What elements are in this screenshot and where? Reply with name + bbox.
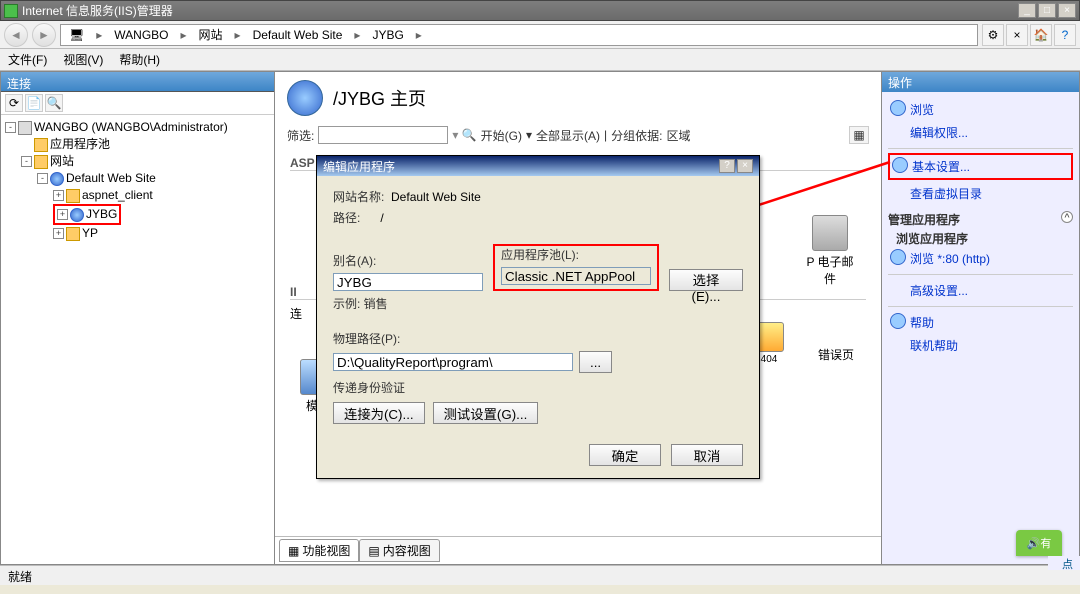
statusbar: 就绪	[0, 565, 1080, 585]
app-icon	[4, 4, 18, 18]
actions-panel: 操作 浏览 编辑权限... 基本设置... 查看虚拟目录 管理应用程序^ 浏览应…	[882, 71, 1080, 565]
breadcrumb-item[interactable]: 网站	[195, 26, 227, 43]
action-advanced-settings[interactable]: 高级设置...	[888, 279, 1073, 302]
go-button[interactable]: 开始(G)	[481, 127, 522, 144]
edit-application-dialog: 编辑应用程序 ? × 网站名称: Default Web Site 路径: / …	[316, 155, 760, 479]
collapse-icon[interactable]: ^	[1061, 211, 1073, 223]
menubar: 文件(F) 视图(V) 帮助(H)	[0, 49, 1080, 71]
action-help[interactable]: 帮助	[888, 311, 1073, 334]
breadcrumb-root-icon: 🖥	[65, 28, 88, 42]
dialog-help-button[interactable]: ?	[719, 159, 735, 173]
select-apppool-button[interactable]: 选择(E)...	[669, 269, 743, 291]
page-icon	[287, 80, 323, 116]
actions-header: 操作	[882, 72, 1079, 92]
restore-button[interactable]: □	[1038, 3, 1056, 18]
action-explore[interactable]: 浏览	[888, 98, 1073, 121]
dialog-titlebar: 编辑应用程序 ? ×	[317, 156, 759, 176]
tab-icon: ▤	[368, 544, 379, 558]
forward-button[interactable]: ►	[32, 23, 56, 47]
site-name-value: Default Web Site	[391, 190, 481, 204]
passthrough-auth-label: 传递身份验证	[333, 381, 405, 395]
filter-input[interactable]	[318, 126, 448, 144]
path-value: /	[380, 211, 383, 225]
browse-path-button[interactable]: ...	[579, 351, 612, 373]
group-by-label: 分组依据:	[611, 127, 662, 144]
apppool-label: 应用程序池(L):	[501, 248, 579, 262]
show-all-button[interactable]: 全部显示(A)	[536, 127, 600, 144]
help-button[interactable]: ?	[1054, 24, 1076, 46]
menu-help[interactable]: 帮助(H)	[119, 51, 160, 68]
nav-toolbar: ◄ ► 🖥▸ WANGBO▸ 网站▸ Default Web Site▸ JYB…	[0, 21, 1080, 49]
back-button[interactable]: ◄	[4, 23, 28, 47]
filter-label: 筛选:	[287, 127, 314, 144]
tree-toolbar-button[interactable]: 🔍	[45, 94, 63, 112]
apppool-input	[501, 267, 651, 285]
tree-toolbar-button[interactable]: ⟳	[5, 94, 23, 112]
action-group-manage: 管理应用程序^	[888, 211, 1073, 228]
breadcrumb-item[interactable]: JYBG	[368, 28, 407, 42]
alias-input[interactable]	[333, 273, 483, 291]
action-browse-app-header: 浏览应用程序	[888, 230, 1073, 247]
tree-node-aspnet-client[interactable]: +aspnet_client	[5, 187, 270, 204]
breadcrumb-item[interactable]: WANGBO	[110, 28, 172, 42]
connections-header: 连接	[1, 72, 274, 92]
view-mode-button[interactable]: ▦	[849, 126, 869, 144]
dialog-titlebar-buttons: ? ×	[719, 159, 753, 173]
ok-button[interactable]: 确定	[589, 444, 661, 466]
menu-view[interactable]: 视图(V)	[63, 51, 103, 68]
site-name-label: 网站名称:	[333, 190, 384, 204]
action-browse-80[interactable]: 浏览 *:80 (http)	[888, 247, 1073, 270]
feature-label: P 电子邮	[802, 253, 858, 270]
notification-badge[interactable]: 🔊有	[1016, 530, 1062, 556]
action-online-help[interactable]: 联机帮助	[888, 334, 1073, 357]
status-text: 就绪	[8, 570, 32, 584]
menu-file[interactable]: 文件(F)	[8, 51, 47, 68]
tree-node-server[interactable]: -WANGBO (WANGBO\Administrator)	[5, 119, 270, 136]
action-basic-settings[interactable]: 基本设置...	[890, 155, 1071, 178]
tab-function-view[interactable]: ▦功能视图	[279, 539, 359, 562]
example-label: 示例: 销售	[333, 297, 388, 311]
tab-icon: ▦	[288, 544, 299, 558]
toolbar-button[interactable]: ⚙	[982, 24, 1004, 46]
view-tabs: ▦功能视图 ▤内容视图	[275, 536, 881, 564]
tab-content-view[interactable]: ▤内容视图	[359, 539, 439, 562]
physical-path-input[interactable]	[333, 353, 573, 371]
dialog-title: 编辑应用程序	[323, 158, 395, 175]
smtp-icon	[812, 215, 848, 251]
tree-node-apppools[interactable]: 应用程序池	[5, 136, 270, 153]
window-titlebar: Internet 信息服务(IIS)管理器 _ □ ×	[0, 0, 1080, 21]
corner-hint: 点	[1048, 556, 1080, 570]
cancel-button[interactable]: 取消	[671, 444, 743, 466]
page-title: /JYBG 主页	[333, 85, 426, 111]
toolbar-button[interactable]: ×	[1006, 24, 1028, 46]
path-label: 路径:	[333, 211, 360, 225]
tree-node-yp[interactable]: +YP	[5, 225, 270, 242]
group-by-value[interactable]: 区域	[666, 127, 690, 144]
breadcrumb-item[interactable]: Default Web Site	[249, 28, 347, 42]
tree-node-jybg[interactable]: +JYBG	[5, 204, 270, 225]
close-button[interactable]: ×	[1058, 3, 1076, 18]
dialog-close-button[interactable]: ×	[737, 159, 753, 173]
minimize-button[interactable]: _	[1018, 3, 1036, 18]
tree-toolbar-button[interactable]: 📄	[25, 94, 43, 112]
feature-label: 错误页	[818, 346, 854, 363]
feature-label: 件	[802, 270, 858, 287]
alias-label: 别名(A):	[333, 254, 376, 268]
connections-tree: -WANGBO (WANGBO\Administrator) 应用程序池 -网站…	[1, 115, 274, 564]
connections-panel: 连接 ⟳ 📄 🔍 -WANGBO (WANGBO\Administrator) …	[0, 71, 275, 565]
action-view-vdir[interactable]: 查看虚拟目录	[888, 182, 1073, 205]
feature-item[interactable]: P 电子邮 件	[802, 215, 858, 287]
tree-node-default-site[interactable]: -Default Web Site	[5, 170, 270, 187]
test-settings-button[interactable]: 测试设置(G)...	[433, 402, 539, 424]
connect-as-button[interactable]: 连接为(C)...	[333, 402, 425, 424]
window-title: Internet 信息服务(IIS)管理器	[22, 2, 1018, 19]
breadcrumb[interactable]: 🖥▸ WANGBO▸ 网站▸ Default Web Site▸ JYBG▸	[60, 24, 978, 46]
tree-node-sites[interactable]: -网站	[5, 153, 270, 170]
physical-path-label: 物理路径(P):	[333, 332, 400, 346]
toolbar-button[interactable]: 🏠	[1030, 24, 1052, 46]
filter-bar: 筛选: ▾ 🔍 开始(G)▾ 全部显示(A) | 分组依据: 区域 ▦	[275, 124, 881, 146]
action-edit-permissions[interactable]: 编辑权限...	[888, 121, 1073, 144]
